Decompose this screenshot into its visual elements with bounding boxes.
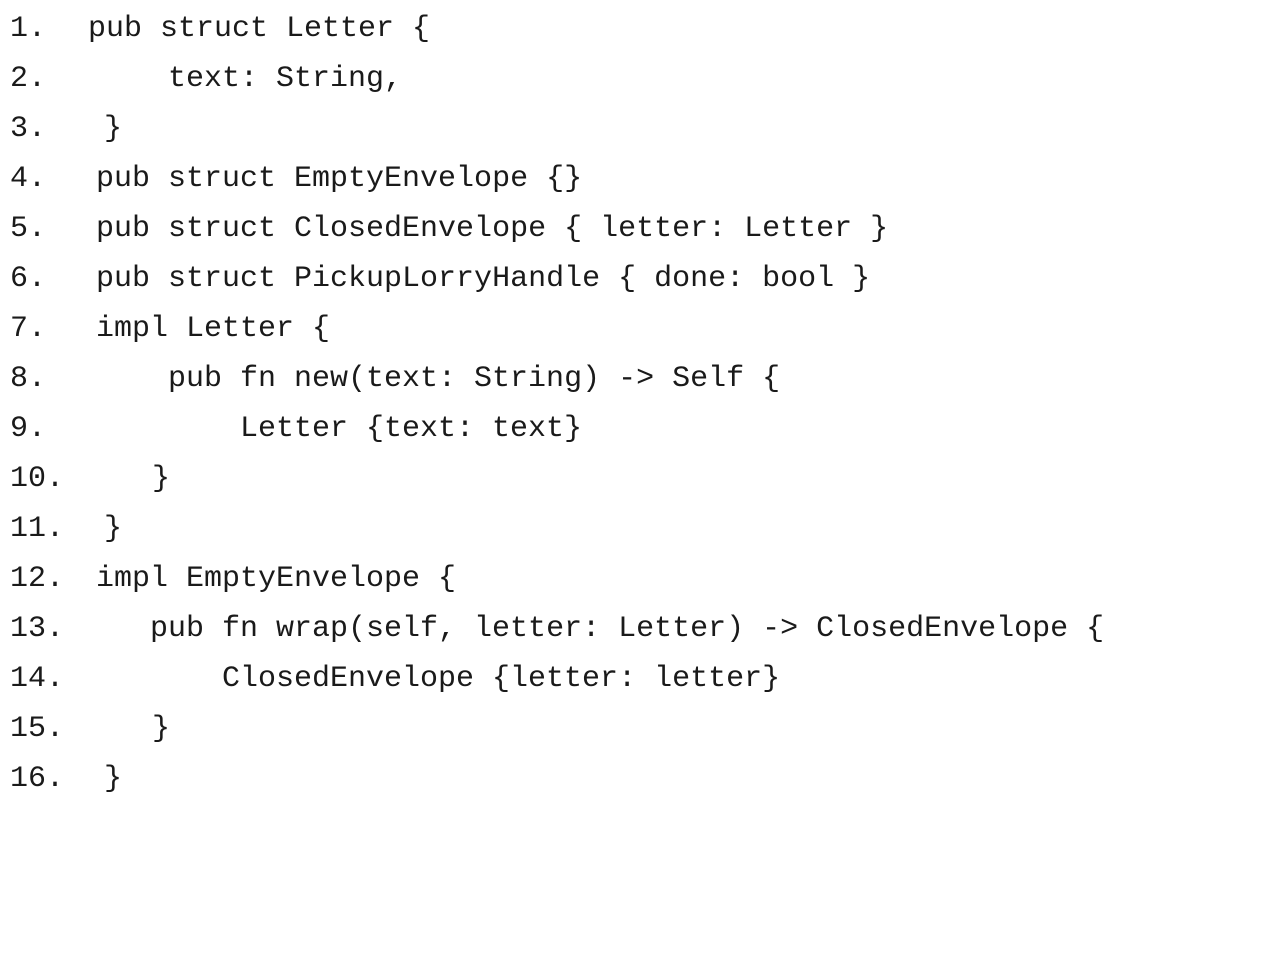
line-number: 1. <box>10 12 47 46</box>
line-code: pub struct ClosedEnvelope { letter: Lett… <box>96 212 889 246</box>
code-line: 4. pub struct EmptyEnvelope {} <box>0 154 582 204</box>
line-number: 9. <box>10 412 47 446</box>
code-listing: 1. pub struct Letter { 2. text: String, … <box>0 0 1284 801</box>
line-number: 4. <box>10 162 47 196</box>
line-code: pub struct EmptyEnvelope {} <box>96 162 583 196</box>
line-number: 13. <box>10 612 65 646</box>
line-code: impl EmptyEnvelope { <box>96 562 457 596</box>
code-line: 6. pub struct PickupLorryHandle { done: … <box>0 254 870 304</box>
line-code: Letter {text: text} <box>240 412 583 446</box>
code-line: 5. pub struct ClosedEnvelope { letter: L… <box>0 204 888 254</box>
line-number: 6. <box>10 262 47 296</box>
line-number: 7. <box>10 312 47 346</box>
code-line: 13. pub fn wrap(self, letter: Letter) ->… <box>0 604 1104 654</box>
line-code: pub struct Letter { <box>88 12 431 46</box>
line-number: 8. <box>10 362 47 396</box>
line-number: 5. <box>10 212 47 246</box>
line-code: } <box>104 112 123 146</box>
code-line: 2. text: String, <box>0 54 402 104</box>
line-code: impl Letter { <box>96 312 331 346</box>
line-code: pub fn wrap(self, letter: Letter) -> Clo… <box>150 612 1105 646</box>
line-number: 2. <box>10 62 47 96</box>
code-line: 9. Letter {text: text} <box>0 404 582 454</box>
code-line: 8. pub fn new(text: String) -> Self { <box>0 354 780 404</box>
line-number: 16. <box>10 762 65 796</box>
line-code: } <box>104 762 123 796</box>
line-code: } <box>104 512 123 546</box>
line-number: 12. <box>10 562 65 596</box>
line-code: } <box>152 712 171 746</box>
line-code: text: String, <box>168 62 403 96</box>
code-line: 15. } <box>0 704 170 754</box>
code-line: 14. ClosedEnvelope {letter: letter} <box>0 654 780 704</box>
line-number: 14. <box>10 662 65 696</box>
line-number: 10. <box>10 462 65 496</box>
line-code: } <box>152 462 171 496</box>
code-line: 12. impl EmptyEnvelope { <box>0 554 456 604</box>
code-line: 10. } <box>0 454 170 504</box>
code-line: 7. impl Letter { <box>0 304 330 354</box>
line-number: 3. <box>10 112 47 146</box>
line-code: ClosedEnvelope {letter: letter} <box>222 662 781 696</box>
code-line: 16. } <box>0 754 122 804</box>
line-number: 11. <box>10 512 65 546</box>
line-number: 15. <box>10 712 65 746</box>
line-code: pub fn new(text: String) -> Self { <box>168 362 781 396</box>
line-code: pub struct PickupLorryHandle { done: boo… <box>96 262 871 296</box>
code-line: 11. } <box>0 504 122 554</box>
code-line: 3. } <box>0 104 122 154</box>
code-line: 1. pub struct Letter { <box>0 4 430 54</box>
